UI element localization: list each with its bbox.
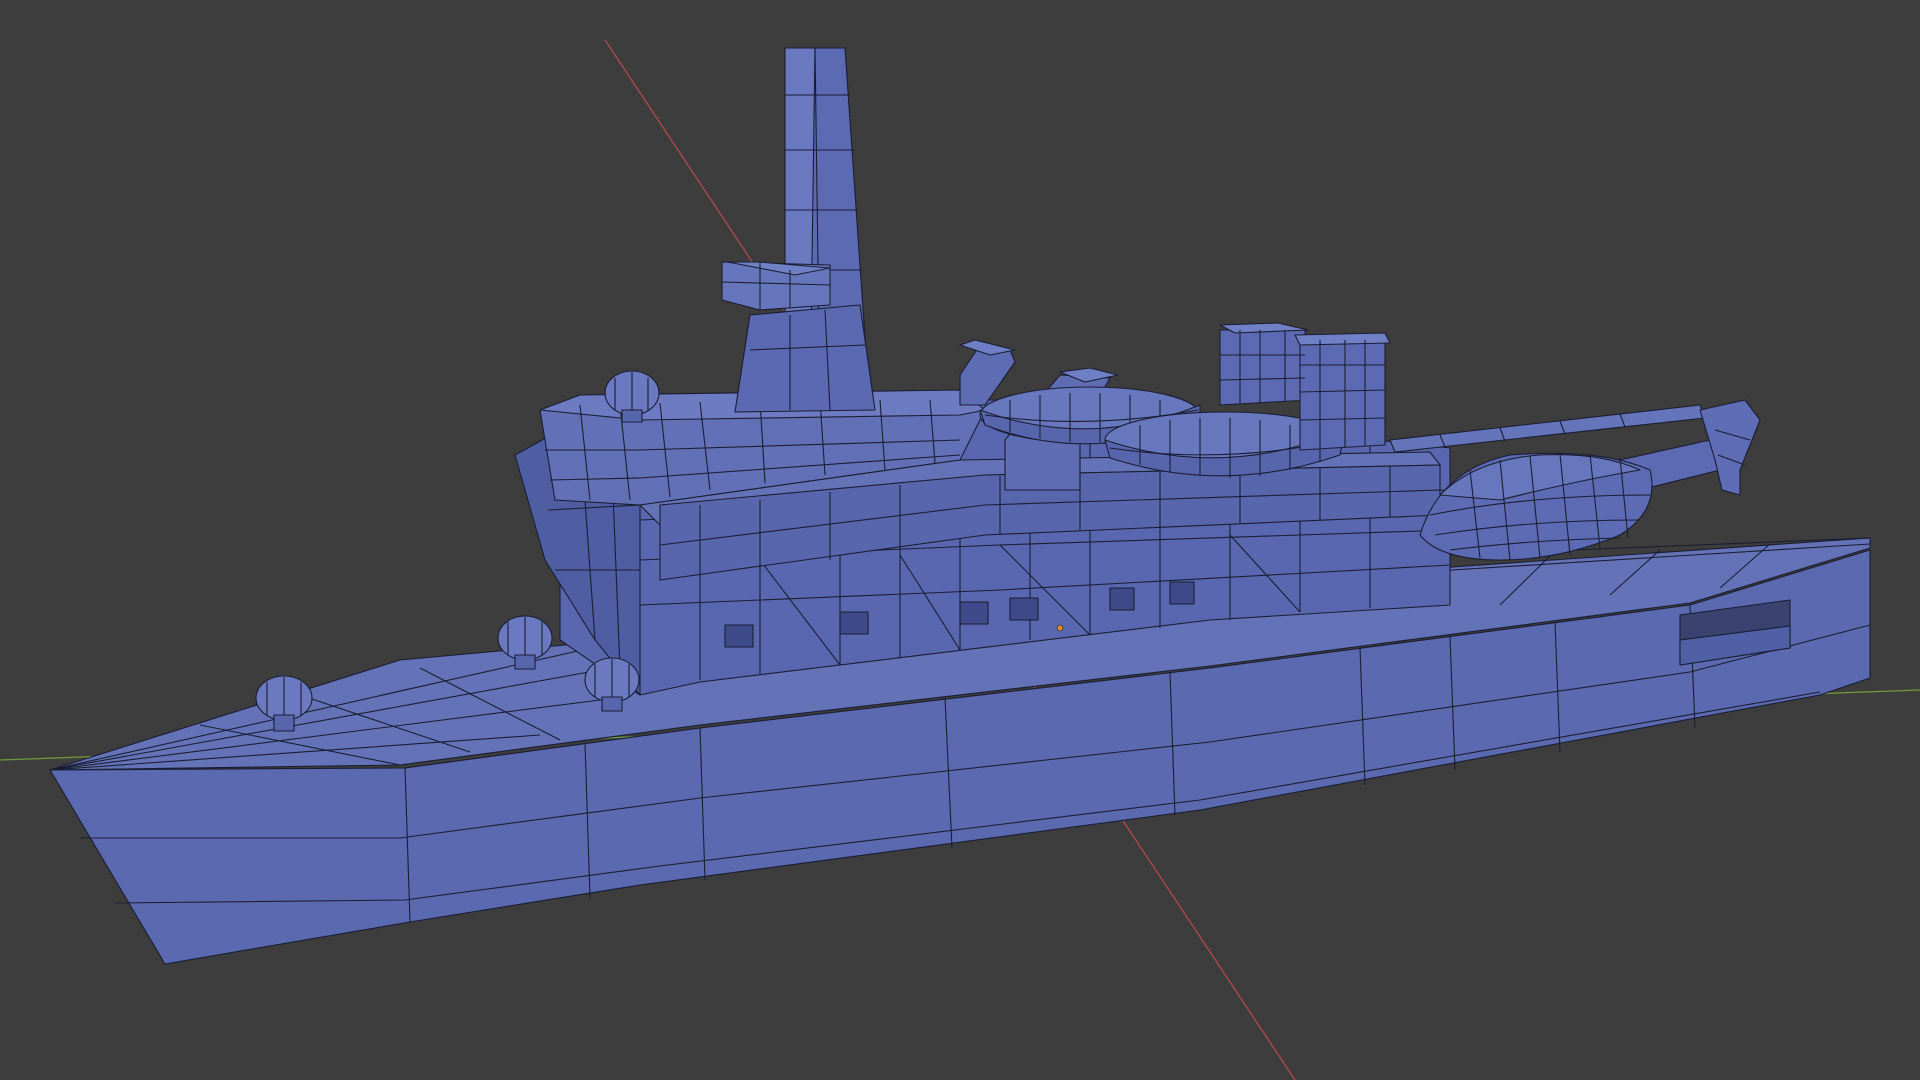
3d-viewport[interactable] — [0, 0, 1920, 1080]
object-origin-dot[interactable] — [1056, 624, 1064, 632]
mast-base — [734, 304, 876, 413]
